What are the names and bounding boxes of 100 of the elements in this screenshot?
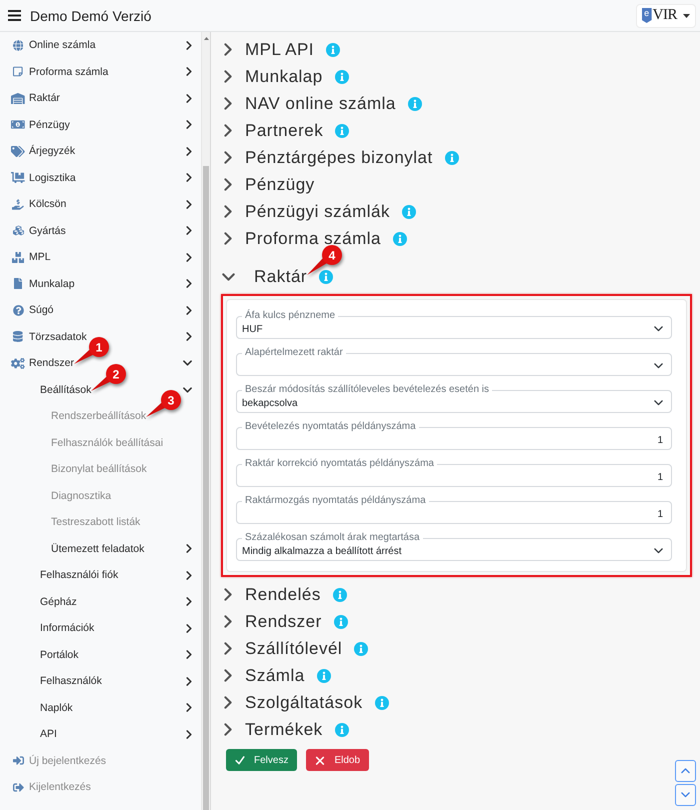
chevron-down-icon [654, 326, 663, 332]
hand-holding-dollar-icon [12, 198, 24, 210]
field-label: Raktármozgás nyomtatás példányszáma [244, 495, 427, 507]
sidebar-item[interactable]: Kölcsön [11, 197, 66, 212]
chevron-right-icon[interactable] [186, 306, 192, 315]
logo-badge: e [642, 8, 652, 23]
sidebar-item[interactable]: Felhasználói fiók [40, 568, 118, 582]
sidebar-item[interactable]: Súgó [11, 303, 54, 318]
select-field[interactable]: Alapértelmezett raktár [236, 347, 672, 376]
chevron-right-icon[interactable] [186, 200, 192, 209]
chevron-right-icon[interactable] [186, 67, 192, 76]
section-header[interactable]: Pénztárgépes bizonylat [222, 148, 433, 168]
chevron-down-icon[interactable] [183, 360, 192, 366]
banknote-icon [11, 119, 25, 130]
field-label: Százalékosan számolt árak megtartása [244, 532, 421, 544]
logo-menu-button[interactable]: e VIR [636, 4, 696, 28]
sidebar-item[interactable]: Beállítások [40, 382, 92, 397]
chevron-down-icon [681, 792, 690, 798]
section-header[interactable]: Munkalap [222, 66, 323, 86]
logo-wordmark: VIR [652, 7, 677, 24]
chevron-right-icon[interactable] [186, 40, 192, 50]
sidebar-item[interactable]: Rendszer [11, 356, 74, 370]
hand-truck-icon [11, 172, 25, 184]
chevron-right-icon[interactable] [186, 597, 192, 606]
chevron-right-icon[interactable] [186, 570, 192, 580]
chevron-right-icon[interactable] [186, 676, 192, 686]
chevron-right-icon[interactable] [186, 252, 192, 262]
chevron-right-icon[interactable] [186, 703, 192, 712]
sidebar-item[interactable]: Proforma számla [11, 64, 108, 79]
section-header[interactable]: Szolgáltatások [222, 692, 363, 712]
field-label: Áfa kulcs pénzneme [244, 310, 336, 322]
section-header[interactable]: Számla [222, 666, 305, 686]
chevron-right-icon[interactable] [186, 146, 192, 156]
chevron-right-icon[interactable] [186, 730, 192, 739]
scroll-up-button[interactable] [675, 760, 696, 782]
number-field[interactable]: Raktármozgás nyomtatás példányszáma 1 [236, 495, 672, 524]
select-field[interactable]: Beszár módosítás szállítóleveles bevételezés esetén is bekapcsolva [236, 384, 672, 413]
logout-icon [12, 782, 24, 793]
section-header[interactable]: Partnerek [222, 120, 324, 140]
section-header[interactable]: Szállítólevél [222, 638, 342, 658]
confirm-button[interactable]: Felvesz [226, 749, 298, 771]
caret-icon [683, 14, 690, 18]
section-header[interactable]: MPL API [222, 40, 314, 60]
section-header[interactable]: NAV online számla [222, 94, 396, 114]
close-icon [315, 756, 326, 764]
help-icon [12, 304, 24, 316]
chevron-up-icon [681, 768, 690, 774]
sidebar-item[interactable]: Árjegyzék [11, 144, 76, 158]
sidebar-item[interactable]: Munkalap [11, 276, 75, 291]
chevron-right-icon[interactable] [186, 120, 192, 130]
chevron-right-icon[interactable] [186, 650, 192, 660]
scrollbar-track[interactable] [201, 32, 210, 810]
tag-icon [11, 146, 25, 157]
field-label: Alapértelmezett raktár [244, 347, 344, 359]
field-label: Beszár módosítás szállítóleveles bevételezés esetén is [244, 384, 490, 396]
number-field[interactable]: Bevételezés nyomtatás példányszáma 1 [236, 421, 672, 450]
sidebar-item[interactable]: Gépház [40, 594, 77, 609]
sidebar-item[interactable]: Online számla [11, 38, 96, 52]
sidebar-item[interactable]: Portálok [40, 648, 79, 662]
sidebar-item[interactable]: Információk [40, 621, 94, 636]
chevron-right-icon[interactable] [186, 624, 192, 633]
select-field[interactable]: Áfa kulcs pénzneme HUF [236, 310, 672, 339]
chevron-down-icon [654, 400, 663, 406]
menu-icon[interactable] [8, 10, 21, 21]
sidebar-item[interactable]: Felhasználók [40, 674, 102, 688]
chevron-right-icon[interactable] [186, 279, 192, 288]
warehouse-icon [11, 92, 25, 104]
gears-icon [11, 358, 25, 369]
section-header[interactable]: Pénzügyi számlák [222, 202, 390, 222]
scrollbar-thumb[interactable] [203, 166, 209, 810]
discard-button[interactable]: Eldob [306, 749, 370, 771]
chevron-down-icon[interactable] [183, 386, 192, 393]
chevron-right-icon[interactable] [186, 226, 192, 236]
chevron-right-icon[interactable] [186, 332, 192, 342]
chevron-right-icon[interactable] [186, 173, 192, 182]
sidebar-item[interactable]: Naplók [40, 700, 73, 715]
file-icon [14, 278, 22, 290]
app-title: Demo Demó Verzió [30, 8, 152, 24]
scroll-up-arrow-icon[interactable] [204, 37, 208, 40]
number-field[interactable]: Raktár korrekció nyomtatás példányszáma 1 [236, 458, 672, 487]
note-icon [13, 66, 23, 78]
section-header[interactable]: Rendelés [222, 584, 321, 604]
section-header[interactable]: Raktár [222, 266, 308, 286]
chevron-down-icon [654, 548, 663, 554]
select-field[interactable]: Százalékosan számolt árak megtartása Mindig alkalmazza a beállított árrést [236, 532, 672, 561]
section-header[interactable]: Pénzügy [222, 174, 315, 194]
section-header[interactable]: Rendszer [222, 612, 322, 632]
globe-icon [12, 40, 24, 51]
sidebar-item[interactable]: Pénzügy [11, 118, 70, 132]
sidebar-item[interactable]: Ütemezett feladatok [51, 542, 144, 556]
chevron-right-icon[interactable] [186, 94, 192, 103]
section-header[interactable]: Termékek [222, 720, 323, 740]
chevron-right-icon[interactable] [186, 544, 192, 554]
sidebar-item[interactable]: API [40, 727, 57, 742]
scroll-down-button[interactable] [675, 784, 696, 806]
sidebar-item[interactable]: MPL [11, 250, 51, 264]
sidebar-item[interactable]: Raktár [11, 91, 60, 106]
sidebar-item[interactable]: Logisztika [11, 170, 76, 185]
boxes-icon [12, 252, 24, 263]
sidebar-item[interactable]: Gyártás [11, 224, 66, 238]
